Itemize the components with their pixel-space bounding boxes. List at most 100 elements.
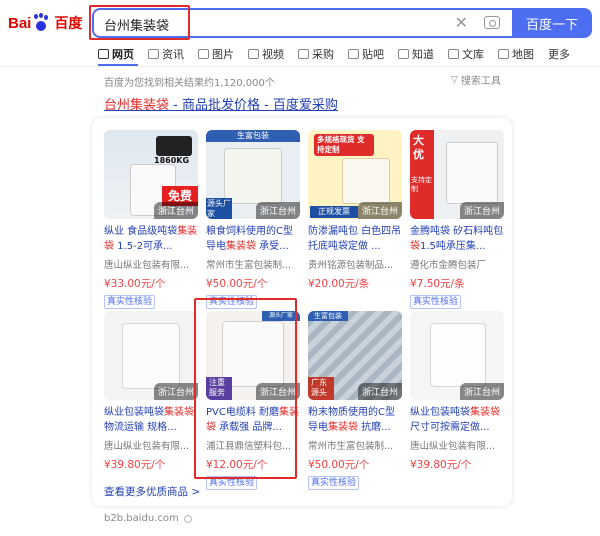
news-icon: [148, 49, 159, 59]
shop-name[interactable]: 常州市生富包装制...: [308, 438, 402, 452]
image-text: 生富包装: [308, 311, 348, 321]
product-item[interactable]: 大优 支持定制 浙江台州 金腾吨袋 矽石料吨包袋1.5吨承压集... 遵化市金腾…: [410, 130, 504, 309]
more-products-link[interactable]: 查看更多优质商品 >: [104, 484, 200, 499]
tieba-icon: [348, 49, 359, 59]
product-name[interactable]: 纵业包装吨袋集装袋物流运输 规格...: [104, 405, 198, 435]
image-icon: [198, 49, 209, 59]
image-text: 1860KG: [154, 156, 190, 165]
scale-display: [156, 136, 192, 156]
tab-zhidao[interactable]: 知道: [398, 46, 434, 62]
filter-icon: ▽: [451, 74, 458, 85]
tab-map[interactable]: 地图: [498, 46, 534, 62]
doc-icon: [448, 49, 459, 59]
name-text: 物流运输 规格...: [104, 422, 177, 433]
shop-name[interactable]: 贵州铭源包装制品...: [308, 257, 402, 271]
tab-label: 贴吧: [362, 48, 384, 61]
camera-icon[interactable]: [484, 16, 500, 29]
product-name[interactable]: 防渗漏吨包 白色四吊托底吨袋定做 ...: [308, 224, 402, 254]
name-text: 防渗漏吨包 白色四吊托底吨袋定做 ...: [308, 226, 402, 252]
baidu-logo[interactable]: Bai du 百度: [8, 10, 82, 36]
product-price: ¥39.80元/个: [410, 459, 472, 471]
image-badge: 支持定制: [411, 176, 432, 193]
tab-images[interactable]: 图片: [198, 46, 234, 62]
name-text: 1.5-2可承...: [114, 241, 173, 252]
product-name[interactable]: 金腾吨袋 矽石料吨包袋1.5吨承压集...: [410, 224, 504, 254]
tab-more[interactable]: 更多: [548, 46, 570, 62]
search-tabs: 网页 资讯 图片 视频 采购 贴吧 知道 文库 地图 更多: [98, 46, 584, 62]
verify-badge[interactable]: 真实性核验: [104, 295, 156, 309]
location-tag: 浙江台州: [357, 202, 402, 219]
bag-shape: [342, 158, 390, 204]
tab-purchase[interactable]: 采购: [298, 46, 334, 62]
product-image[interactable]: 1860KG 免费 浙江台州: [104, 130, 198, 219]
product-price: ¥50.00元/个: [206, 278, 268, 290]
verify-badge[interactable]: 真实性核验: [308, 476, 360, 490]
product-item[interactable]: 生富包装 广东源头 浙江台州 粉末物质使用的C型导电集装袋 抗磨... 常州市生…: [308, 311, 402, 490]
product-name[interactable]: 粉末物质使用的C型导电集装袋 抗磨...: [308, 405, 402, 435]
tab-label: 网页: [112, 48, 134, 61]
paw-icon: [33, 13, 49, 32]
product-item[interactable]: 生富包装 源头厂家 浙江台州 粮食饲料使用的C型导电集装袋 承受... 常州市生…: [206, 130, 300, 309]
verify-badge[interactable]: 真实性核验: [410, 295, 462, 309]
tab-label: 资讯: [162, 48, 184, 61]
logo-text-cn: 百度: [54, 16, 83, 32]
product-price: ¥20.00元/条: [308, 278, 370, 290]
location-tag: 浙江台州: [459, 202, 504, 219]
tab-tieba[interactable]: 贴吧: [348, 46, 384, 62]
tab-news[interactable]: 资讯: [148, 46, 184, 62]
source-url[interactable]: b2b.baidu.com: [104, 513, 192, 524]
tab-label: 更多: [548, 48, 570, 61]
product-item[interactable]: 多规格现货 支持定制 正规发票 浙江台州 防渗漏吨包 白色四吊托底吨袋定做 ..…: [308, 130, 402, 291]
tab-web[interactable]: 网页: [98, 46, 134, 62]
bag-shape: [446, 142, 498, 204]
name-highlight: 集装袋: [164, 407, 194, 418]
shop-name[interactable]: 常州市生富包装制...: [206, 257, 300, 271]
product-item[interactable]: 浙江台州 纵业包装吨袋集装袋尺寸可按需定做... 唐山纵业包装有限... ¥39…: [410, 311, 504, 472]
tab-label: 采购: [312, 48, 334, 61]
close-icon[interactable]: ✕: [455, 13, 468, 32]
image-badge: 广东源头: [308, 377, 334, 400]
product-name[interactable]: 纵业 食品级吨袋集装袋 1.5-2可承...: [104, 224, 198, 254]
product-image[interactable]: 浙江台州: [410, 311, 504, 400]
product-image[interactable]: 浙江台州: [104, 311, 198, 400]
product-item[interactable]: 1860KG 免费 浙江台州 纵业 食品级吨袋集装袋 1.5-2可承... 唐山…: [104, 130, 198, 309]
shop-name[interactable]: 唐山纵业包装有限...: [410, 438, 504, 452]
search-tools-label: 搜索工具: [460, 76, 501, 87]
name-text: 纵业包装吨袋: [104, 407, 164, 418]
product-price: ¥50.00元/个: [308, 459, 370, 471]
product-image[interactable]: 生富包装 源头厂家 浙江台州: [206, 130, 300, 219]
image-text: 生富包装: [206, 130, 300, 142]
title-highlight: 台州集装袋: [104, 98, 170, 113]
location-tag: 浙江台州: [153, 202, 198, 219]
highlight-box: [89, 5, 190, 40]
shop-name[interactable]: 遵化市金腾包装厂: [410, 257, 504, 271]
product-image[interactable]: 生富包装 广东源头 浙江台州: [308, 311, 402, 400]
result-title-link[interactable]: 台州集装袋 - 商品批发价格 - 百度爱采购: [104, 94, 338, 113]
search-tools-button[interactable]: ▽ 搜索工具: [451, 72, 501, 88]
name-text: 抗磨...: [358, 422, 391, 433]
product-name[interactable]: 纵业包装吨袋集装袋尺寸可按需定做...: [410, 405, 504, 435]
product-price: ¥7.50元/条: [410, 278, 465, 290]
name-text: 尺寸可按需定做...: [410, 422, 490, 433]
product-name[interactable]: 粮食饲料使用的C型导电集装袋 承受...: [206, 224, 300, 254]
product-item[interactable]: 浙江台州 纵业包装吨袋集装袋物流运输 规格... 唐山纵业包装有限... ¥39…: [104, 311, 198, 472]
tab-label: 视频: [262, 48, 284, 61]
title-rest: - 商品批发价格 - 百度爱采购: [169, 98, 338, 113]
product-image[interactable]: 大优 支持定制 浙江台州: [410, 130, 504, 219]
info-icon[interactable]: [183, 514, 192, 523]
divider: [0, 66, 600, 67]
tab-label: 地图: [512, 48, 534, 61]
name-highlight: 集装袋: [470, 407, 500, 418]
tab-label: 文库: [462, 48, 484, 61]
shop-name[interactable]: 唐山纵业包装有限...: [104, 438, 198, 452]
search-button[interactable]: 百度一下: [512, 8, 592, 38]
shop-name[interactable]: 唐山纵业包装有限...: [104, 257, 198, 271]
image-text: 大优: [410, 130, 434, 219]
bag-shape: [430, 323, 486, 387]
product-image[interactable]: 多规格现货 支持定制 正规发票 浙江台州: [308, 130, 402, 219]
product-price: ¥33.00元/个: [104, 278, 166, 290]
tab-video[interactable]: 视频: [248, 46, 284, 62]
tab-label: 图片: [212, 48, 234, 61]
location-tag: 浙江台州: [255, 202, 300, 219]
tab-wenku[interactable]: 文库: [448, 46, 484, 62]
